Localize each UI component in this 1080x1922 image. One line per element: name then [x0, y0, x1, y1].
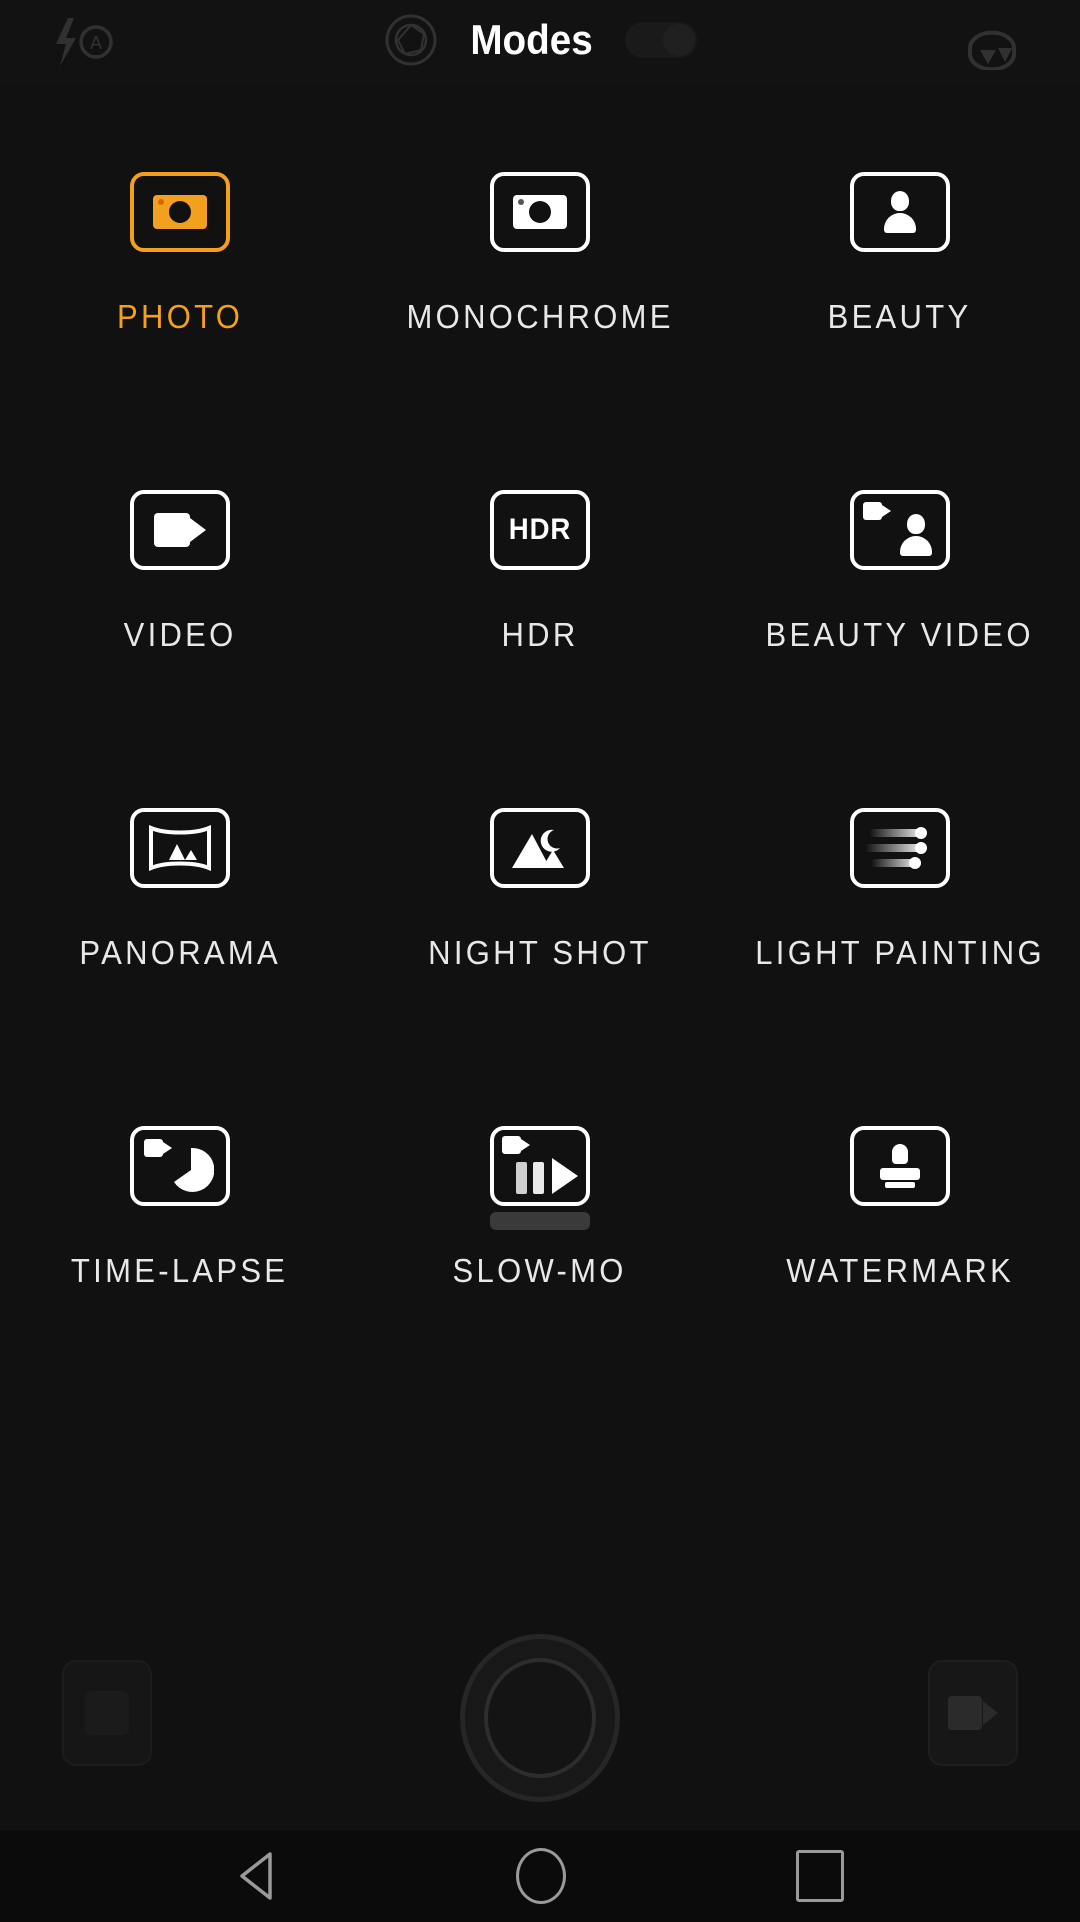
mode-light-painting[interactable]: LIGHT PAINTING: [720, 748, 1080, 1066]
night-shot-icon: [490, 808, 590, 888]
mode-hdr[interactable]: HDR HDR: [360, 430, 720, 748]
home-icon[interactable]: [516, 1848, 566, 1904]
night-shot-glyph: [512, 829, 564, 868]
camera-modes-screen: A Modes PHOTO MONOCHROME BEAUTY VIDEO HD…: [0, 0, 1080, 1922]
mode-label: HDR: [501, 616, 579, 653]
back-icon[interactable]: [236, 1849, 286, 1903]
modes-grid: PHOTO MONOCHROME BEAUTY VIDEO HDR HDR BE…: [0, 112, 1080, 1384]
top-bar: A Modes: [0, 0, 1080, 84]
toggle-switch[interactable]: [624, 22, 697, 58]
mode-label: NIGHT SHOT: [428, 934, 652, 971]
mode-watermark[interactable]: WATERMARK: [720, 1066, 1080, 1384]
shutter-inner-ring: [484, 1658, 596, 1778]
mode-label: MONOCHROME: [406, 298, 674, 335]
bottom-controls: [0, 1630, 1080, 1830]
mode-time-lapse[interactable]: TIME-LAPSE: [0, 1066, 360, 1384]
mode-night-shot[interactable]: NIGHT SHOT: [360, 748, 720, 1066]
mode-label: PANORAMA: [79, 934, 281, 971]
top-center-group: Modes: [0, 12, 1080, 68]
stamp-glyph: [878, 1144, 922, 1188]
photo-camera-icon: [130, 172, 230, 252]
mode-slow-mo[interactable]: SLOW-MO: [360, 1066, 720, 1384]
light-trails-icon: [850, 808, 950, 888]
hdr-text-icon: HDR: [490, 490, 590, 570]
toggle-knob: [662, 24, 695, 56]
mode-video[interactable]: VIDEO: [0, 430, 360, 748]
recents-icon[interactable]: [796, 1850, 844, 1902]
mode-label: PHOTO: [116, 298, 244, 335]
page-title: Modes: [470, 16, 594, 63]
android-navigation-bar: [0, 1830, 1080, 1922]
beauty-person-icon: [850, 172, 950, 252]
flip-camera-button[interactable]: [954, 18, 1030, 75]
mode-label: WATERMARK: [786, 1252, 1014, 1289]
mode-label: BEAUTY VIDEO: [765, 616, 1035, 653]
mode-label: TIME-LAPSE: [71, 1252, 289, 1289]
beauty-video-icon: [850, 490, 950, 570]
light-trails-glyph: [865, 825, 935, 871]
mode-monochrome[interactable]: MONOCHROME: [360, 112, 720, 430]
mono-camera-icon: [490, 172, 590, 252]
panorama-glyph: [149, 824, 211, 872]
flip-camera-icon: [968, 30, 1016, 72]
aperture-icon[interactable]: [383, 12, 439, 68]
mode-beauty-video[interactable]: BEAUTY VIDEO: [720, 430, 1080, 748]
slow-mo-indicator-bar: [490, 1212, 590, 1230]
mode-label: LIGHT PAINTING: [755, 934, 1045, 971]
stamp-icon: [850, 1126, 950, 1206]
thumbnail-image: [85, 1691, 129, 1735]
mode-label: BEAUTY: [828, 298, 972, 335]
mode-photo[interactable]: PHOTO: [0, 112, 360, 430]
mode-panorama[interactable]: PANORAMA: [0, 748, 360, 1066]
hdr-icon-text: HDR: [508, 513, 572, 546]
mode-beauty[interactable]: BEAUTY: [720, 112, 1080, 430]
mode-label: VIDEO: [123, 616, 237, 653]
shutter-button[interactable]: [460, 1634, 620, 1802]
camcorder-icon: [948, 1696, 998, 1730]
time-lapse-icon: [130, 1126, 230, 1206]
gallery-thumbnail[interactable]: [62, 1660, 152, 1766]
mode-label: SLOW-MO: [452, 1252, 628, 1289]
panorama-icon: [130, 808, 230, 888]
pie-clock-glyph: [174, 1147, 214, 1192]
video-record-button[interactable]: [928, 1660, 1018, 1766]
camcorder-icon: [130, 490, 230, 570]
slow-motion-icon: [490, 1126, 590, 1206]
